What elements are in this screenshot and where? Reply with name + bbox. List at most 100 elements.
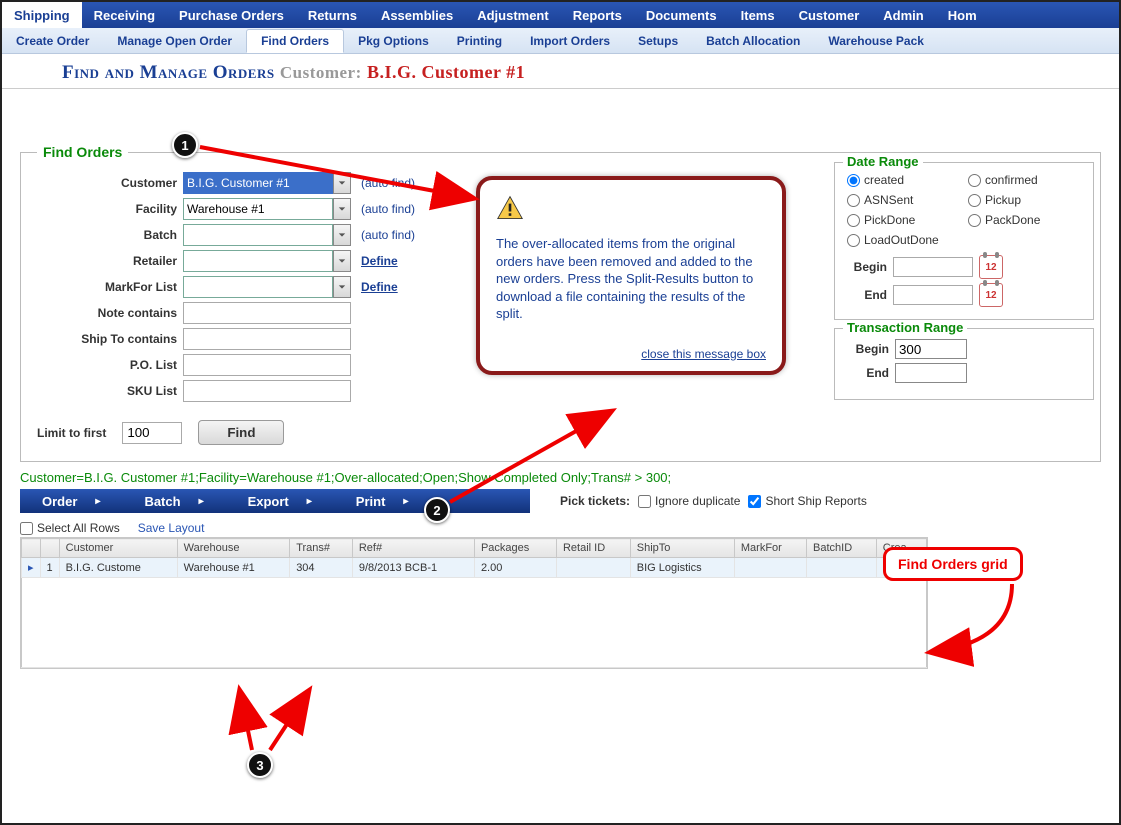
calendar-icon[interactable]: 12 [979,255,1003,279]
label-shipto: Ship To contains [37,332,177,346]
retailer-dropdown-button[interactable] [333,250,351,272]
cell-warehouse: Warehouse #1 [177,558,290,578]
radio-packdone[interactable]: PackDone [968,213,1083,227]
customer-autofind[interactable]: (auto find) [361,176,415,190]
select-all-rows-checkbox[interactable] [20,522,33,535]
customer-dropdown-button[interactable] [333,172,351,194]
nav-purchase-orders[interactable]: Purchase Orders [167,2,296,28]
short-ship-checkbox[interactable] [748,495,761,508]
nav-adjustment[interactable]: Adjustment [465,2,561,28]
col-expand[interactable] [22,539,41,558]
radio-created[interactable]: created [847,173,962,187]
subnav-find-orders[interactable]: Find Orders [246,29,344,53]
markfor-input[interactable] [183,276,333,298]
pick-tickets-label: Pick tickets: [560,494,630,508]
facility-dropdown-button[interactable] [333,198,351,220]
col-trans[interactable]: Trans# [290,539,353,558]
nav-items[interactable]: Items [729,2,787,28]
action-bar: Order Batch Export Print [20,489,530,513]
warning-icon [496,194,524,222]
close-message-link[interactable]: close this message box [496,347,766,361]
page-title: Find and Manage Orders [62,62,275,83]
batch-autofind[interactable]: (auto find) [361,228,415,242]
transaction-range-legend: Transaction Range [843,320,967,335]
annotation-bubble-1: 1 [172,132,198,158]
action-print[interactable]: Print [334,494,431,509]
facility-input[interactable] [183,198,333,220]
col-num[interactable] [40,539,59,558]
nav-assemblies[interactable]: Assemblies [369,2,465,28]
batch-input[interactable] [183,224,333,246]
cell-num: 1 [40,558,59,578]
col-warehouse[interactable]: Warehouse [177,539,290,558]
label-limit: Limit to first [37,426,106,440]
shipto-input[interactable] [183,328,351,350]
action-batch[interactable]: Batch [122,494,225,509]
label-sku: SKU List [37,384,177,398]
find-button[interactable]: Find [198,420,284,445]
batch-dropdown-button[interactable] [333,224,351,246]
radio-pickup[interactable]: Pickup [968,193,1083,207]
label-trans-begin: Begin [847,342,889,356]
markfor-dropdown-button[interactable] [333,276,351,298]
subnav-batch-allocation[interactable]: Batch Allocation [692,30,814,52]
facility-autofind[interactable]: (auto find) [361,202,415,216]
calendar-icon[interactable]: 12 [979,283,1003,307]
sku-input[interactable] [183,380,351,402]
subnav-printing[interactable]: Printing [443,30,516,52]
subnav-manage-open-order[interactable]: Manage Open Order [103,30,246,52]
limit-input[interactable] [122,422,182,444]
retailer-input[interactable] [183,250,333,272]
nav-shipping[interactable]: Shipping [2,2,82,28]
nav-customer[interactable]: Customer [787,2,872,28]
col-customer[interactable]: Customer [59,539,177,558]
retailer-define[interactable]: Define [361,254,398,268]
annotation-bubble-2: 2 [424,497,450,523]
radio-loadoutdone[interactable]: LoadOutDone [847,233,962,247]
po-input[interactable] [183,354,351,376]
radio-pickdone[interactable]: PickDone [847,213,962,227]
nav-home[interactable]: Hom [936,2,989,28]
label-markfor: MarkFor List [37,280,177,294]
label-retailer: Retailer [37,254,177,268]
subnav-setups[interactable]: Setups [624,30,692,52]
nav-documents[interactable]: Documents [634,2,729,28]
nav-reports[interactable]: Reports [561,2,634,28]
radio-confirmed[interactable]: confirmed [968,173,1083,187]
annotation-bubble-3: 3 [247,752,273,778]
action-order[interactable]: Order [20,494,122,509]
date-end-input[interactable] [893,285,973,305]
cell-markfor [734,558,806,578]
subnav-warehouse-pack[interactable]: Warehouse Pack [814,30,938,52]
date-begin-input[interactable] [893,257,973,277]
table-row[interactable]: ▸ 1 B.I.G. Custome Warehouse #1 304 9/8/… [22,558,927,578]
cell-shipto: BIG Logistics [630,558,734,578]
trans-end-input[interactable] [895,363,967,383]
label-date-begin: Begin [847,260,887,274]
subnav-pkg-options[interactable]: Pkg Options [344,30,443,52]
grid-header-row: Customer Warehouse Trans# Ref# Packages … [22,539,927,558]
note-input[interactable] [183,302,351,324]
ignore-duplicate-checkbox[interactable] [638,495,651,508]
col-markfor[interactable]: MarkFor [734,539,806,558]
nav-admin[interactable]: Admin [871,2,935,28]
save-layout-link[interactable]: Save Layout [138,521,205,535]
action-export[interactable]: Export [226,494,334,509]
expand-row-icon[interactable]: ▸ [22,558,41,578]
sub-nav: Create Order Manage Open Order Find Orde… [2,28,1119,54]
label-trans-end: End [847,366,889,380]
col-packages[interactable]: Packages [474,539,556,558]
col-retailid[interactable]: Retail ID [556,539,630,558]
nav-returns[interactable]: Returns [296,2,369,28]
nav-receiving[interactable]: Receiving [82,2,167,28]
col-shipto[interactable]: ShipTo [630,539,734,558]
subnav-create-order[interactable]: Create Order [2,30,103,52]
col-ref[interactable]: Ref# [352,539,474,558]
col-batchid[interactable]: BatchID [807,539,877,558]
select-all-rows-label: Select All Rows [37,521,120,535]
radio-asnsent[interactable]: ASNSent [847,193,962,207]
subnav-import-orders[interactable]: Import Orders [516,30,624,52]
customer-input[interactable] [183,172,333,194]
trans-begin-input[interactable] [895,339,967,359]
markfor-define[interactable]: Define [361,280,398,294]
